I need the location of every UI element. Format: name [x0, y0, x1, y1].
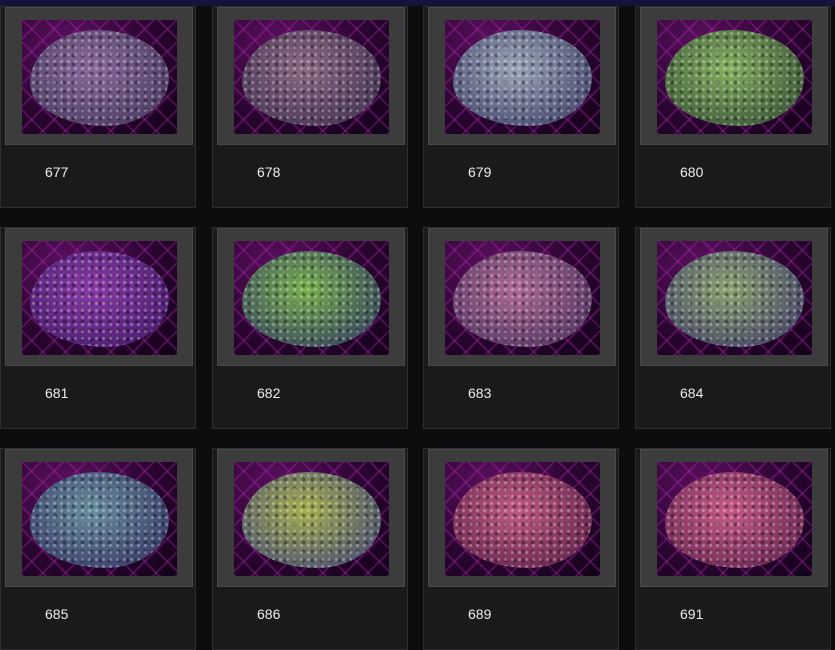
- coral-photo[interactable]: [234, 20, 389, 134]
- thumbnail-label[interactable]: 677: [45, 164, 68, 180]
- thumbnail-frame: [428, 228, 616, 366]
- thumbnail-card[interactable]: 686: [212, 448, 408, 650]
- thumbnail-card[interactable]: 679: [423, 6, 619, 208]
- thumbnail-grid: 677 678 679 680 681 682 683 684 685 686 …: [0, 6, 835, 650]
- coral-photo[interactable]: [22, 20, 177, 134]
- thumbnail-label[interactable]: 691: [680, 606, 703, 622]
- thumbnail-card[interactable]: 680: [635, 6, 831, 208]
- coral-photo[interactable]: [657, 20, 812, 134]
- thumbnail-card[interactable]: 677: [0, 6, 196, 208]
- coral-photo[interactable]: [445, 20, 600, 134]
- coral-photo[interactable]: [657, 241, 812, 355]
- thumbnail-label[interactable]: 683: [468, 385, 491, 401]
- coral-photo[interactable]: [22, 241, 177, 355]
- thumbnail-card[interactable]: 684: [635, 227, 831, 429]
- thumbnail-frame: [5, 228, 193, 366]
- thumbnail-frame: [217, 7, 405, 145]
- thumbnail-label[interactable]: 682: [257, 385, 280, 401]
- thumbnail-label[interactable]: 689: [468, 606, 491, 622]
- thumbnail-card[interactable]: 691: [635, 448, 831, 650]
- thumbnail-label[interactable]: 680: [680, 164, 703, 180]
- thumbnail-label[interactable]: 686: [257, 606, 280, 622]
- thumbnail-frame: [5, 7, 193, 145]
- coral-photo[interactable]: [445, 241, 600, 355]
- coral-photo[interactable]: [445, 462, 600, 576]
- thumbnail-label[interactable]: 679: [468, 164, 491, 180]
- thumbnail-frame: [217, 449, 405, 587]
- thumbnail-label[interactable]: 678: [257, 164, 280, 180]
- thumbnail-frame: [428, 7, 616, 145]
- thumbnail-frame: [217, 228, 405, 366]
- coral-photo[interactable]: [234, 462, 389, 576]
- thumbnail-card[interactable]: 689: [423, 448, 619, 650]
- thumbnail-frame: [5, 449, 193, 587]
- thumbnail-card[interactable]: 678: [212, 6, 408, 208]
- thumbnail-frame: [640, 228, 828, 366]
- thumbnail-label[interactable]: 685: [45, 606, 68, 622]
- thumbnail-card[interactable]: 681: [0, 227, 196, 429]
- coral-photo[interactable]: [234, 241, 389, 355]
- thumbnail-card[interactable]: 682: [212, 227, 408, 429]
- thumbnail-card[interactable]: 683: [423, 227, 619, 429]
- thumbnail-label[interactable]: 684: [680, 385, 703, 401]
- thumbnail-frame: [428, 449, 616, 587]
- thumbnail-label[interactable]: 681: [45, 385, 68, 401]
- coral-photo[interactable]: [657, 462, 812, 576]
- thumbnail-card[interactable]: 685: [0, 448, 196, 650]
- thumbnail-frame: [640, 449, 828, 587]
- thumbnail-frame: [640, 7, 828, 145]
- coral-photo[interactable]: [22, 462, 177, 576]
